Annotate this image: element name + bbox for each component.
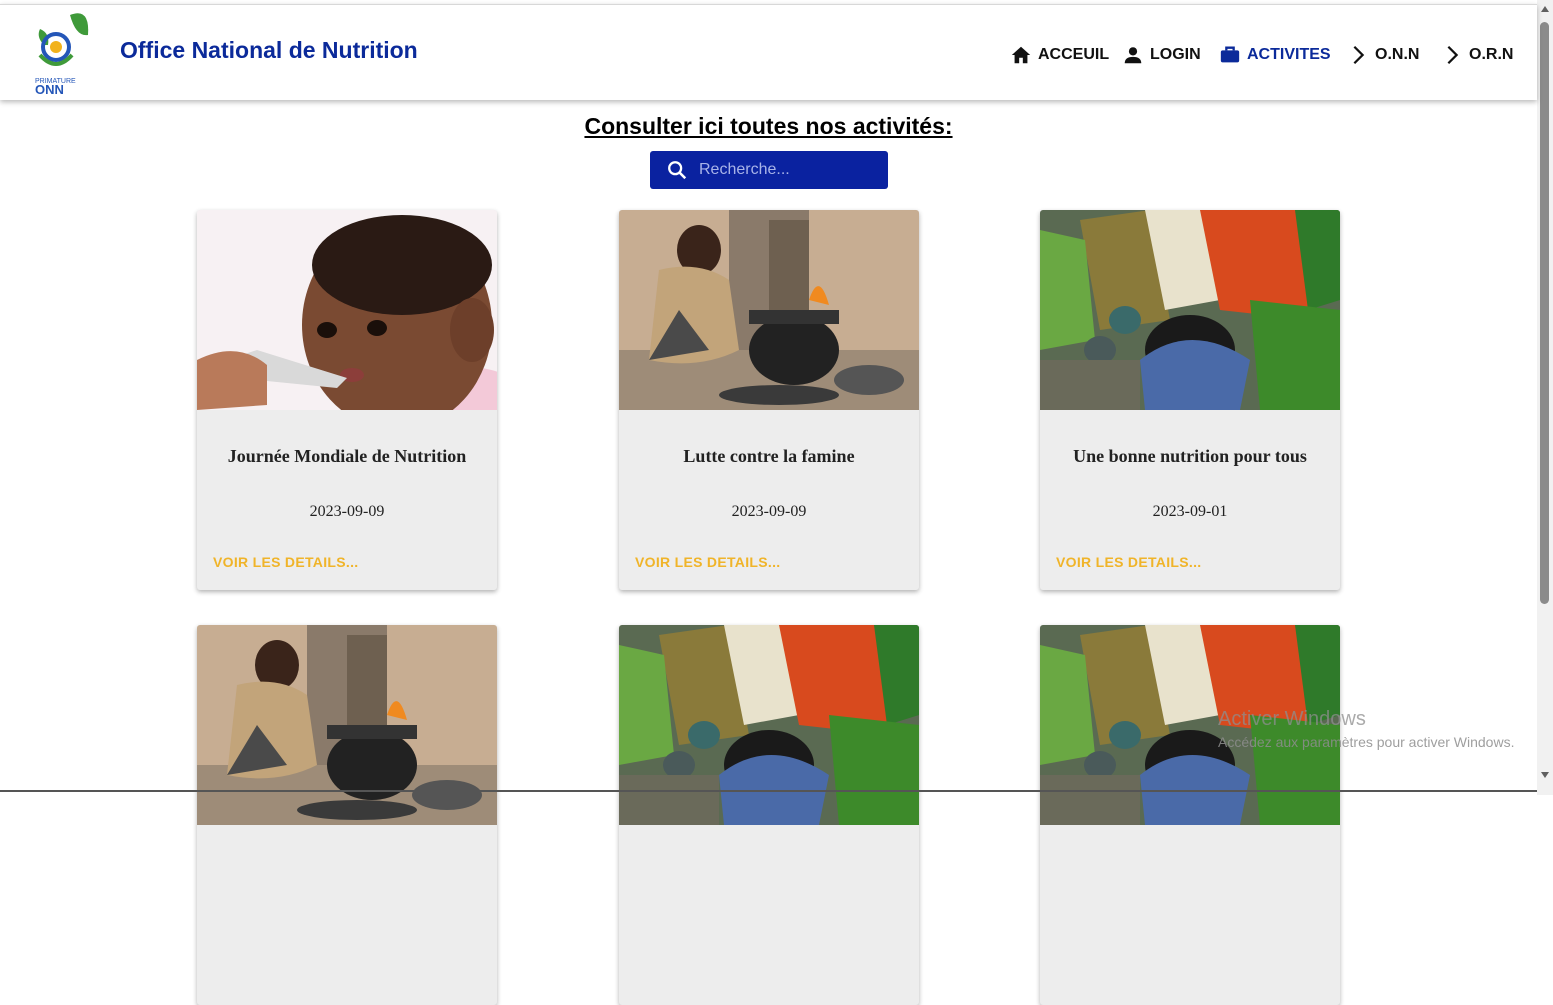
activity-card[interactable] bbox=[619, 625, 919, 1005]
nav-label: O.R.N bbox=[1469, 46, 1514, 63]
card-image-child-cooking[interactable] bbox=[619, 210, 919, 410]
home-icon bbox=[1011, 46, 1031, 64]
person-icon bbox=[1124, 47, 1142, 64]
card-image-market-vegetables[interactable] bbox=[1040, 210, 1340, 410]
activity-card[interactable]: Une bonne nutrition pour tous 2023-09-01… bbox=[1040, 210, 1340, 590]
search-box[interactable] bbox=[650, 151, 888, 189]
vertical-scrollbar[interactable] bbox=[1537, 0, 1553, 795]
details-link[interactable]: VOIR LES DETAILS... bbox=[1056, 554, 1201, 570]
svg-text:ONN: ONN bbox=[35, 82, 64, 97]
nav-onn[interactable]: O.N.N bbox=[1347, 41, 1419, 69]
brand-title[interactable]: Office National de Nutrition bbox=[120, 37, 418, 64]
window-bottom-edge bbox=[0, 790, 1537, 792]
card-image-market-vegetables[interactable] bbox=[619, 625, 919, 825]
activity-card[interactable] bbox=[197, 625, 497, 1005]
card-date: 2023-09-09 bbox=[731, 503, 807, 520]
watermark-title: Activer Windows bbox=[1218, 708, 1366, 730]
card-title: Une bonne nutrition pour tous bbox=[1073, 446, 1307, 466]
windows-activation-watermark: Activer Windows Accédez aux paramètres p… bbox=[1218, 708, 1514, 750]
nav-label: O.N.N bbox=[1375, 46, 1420, 63]
scroll-down-arrow-icon[interactable] bbox=[1541, 772, 1549, 778]
search-input[interactable] bbox=[697, 160, 881, 180]
details-link[interactable]: VOIR LES DETAILS... bbox=[213, 554, 358, 570]
chevron-right-icon bbox=[1353, 45, 1365, 65]
search-icon bbox=[668, 161, 687, 180]
activity-card[interactable] bbox=[1040, 625, 1340, 1005]
card-image-baby-feeding[interactable] bbox=[197, 210, 497, 410]
card-title: Lutte contre la famine bbox=[683, 446, 855, 466]
briefcase-icon bbox=[1220, 46, 1240, 63]
card-title: Journée Mondiale de Nutrition bbox=[227, 446, 467, 466]
activity-card[interactable]: Lutte contre la famine 2023-09-09 VOIR L… bbox=[619, 210, 919, 590]
card-date: 2023-09-01 bbox=[1152, 503, 1228, 520]
scroll-up-arrow-icon[interactable] bbox=[1541, 6, 1549, 12]
nav-activites[interactable]: ACTIVITES bbox=[1219, 41, 1331, 69]
nav-acceuil[interactable]: ACCEUIL bbox=[1010, 41, 1109, 69]
nav-label: ACTIVITES bbox=[1247, 46, 1331, 63]
details-link[interactable]: VOIR LES DETAILS... bbox=[635, 554, 780, 570]
card-date: 2023-09-09 bbox=[309, 503, 385, 520]
scroll-thumb[interactable] bbox=[1540, 22, 1549, 604]
nav-login[interactable]: LOGIN bbox=[1122, 41, 1201, 69]
app-bar: PRIMATURE ONN Office National de Nutriti… bbox=[0, 4, 1537, 100]
nav-orn[interactable]: O.R.N bbox=[1441, 41, 1513, 69]
nav-label: ACCEUIL bbox=[1038, 46, 1110, 63]
nav-label: LOGIN bbox=[1150, 46, 1201, 63]
chevron-right-icon bbox=[1447, 45, 1459, 65]
activity-card[interactable]: Journée Mondiale de Nutrition 2023-09-09… bbox=[197, 210, 497, 590]
watermark-subtitle: Accédez aux paramètres pour activer Wind… bbox=[1218, 734, 1515, 750]
onn-logo[interactable]: PRIMATURE ONN bbox=[32, 7, 94, 97]
page-heading: Consulter ici toutes nos activités: bbox=[584, 113, 953, 139]
card-image-child-cooking[interactable] bbox=[197, 625, 497, 825]
